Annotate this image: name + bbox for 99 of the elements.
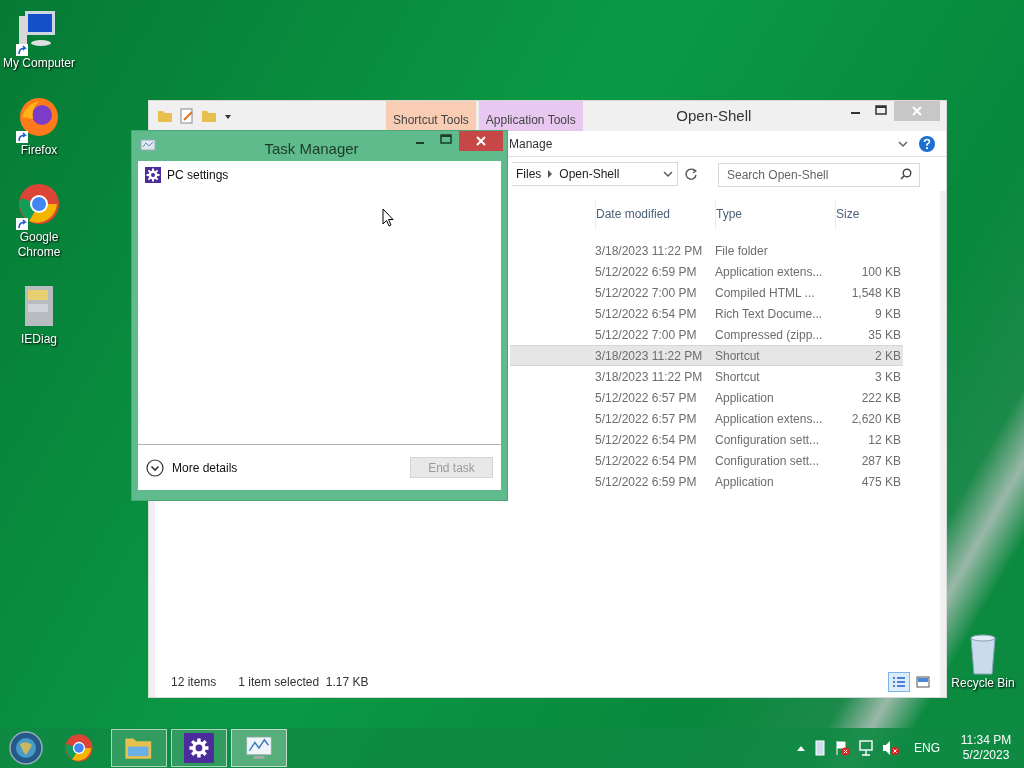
item-count: 12 items (171, 674, 217, 691)
desktop-icon-label[interactable]: My Computer (0, 56, 78, 71)
size-cell-text: 287 KB (860, 452, 901, 470)
search-field[interactable]: Search Open-Shell (718, 162, 920, 187)
chrome-icon (64, 733, 94, 763)
file-row[interactable]: 3/18/2023 11:22 PM Shortcut 2 KB (510, 345, 903, 366)
clock-time[interactable]: 11:34 PM (960, 733, 1012, 748)
search-icon[interactable] (900, 167, 912, 180)
size-cell-text: 100 KB (860, 263, 901, 281)
breadcrumb-arrow-icon[interactable] (547, 170, 554, 178)
ribbon-tab[interactable]: Manage (508, 134, 554, 153)
breadcrumb[interactable]: Files (516, 165, 542, 183)
up-arrow-icon[interactable] (796, 744, 806, 752)
type-cell-text: Configuration sett... (715, 431, 821, 449)
file-row[interactable]: 5/12/2022 6:54 PM Rich Text Docume... 9 KB (510, 303, 903, 324)
column-header[interactable]: Size (835, 199, 905, 229)
type-cell-text: Compressed (zipp... (715, 326, 824, 344)
size-cell-text: 475 KB (860, 473, 901, 491)
date-cell-text: 5/12/2022 6:54 PM (595, 452, 698, 470)
close-icon (476, 136, 486, 146)
type-cell-text: Rich Text Docume... (715, 305, 824, 323)
size-cell-text: 1,548 KB (850, 284, 901, 302)
context-tab-header[interactable]: Application Tools (478, 101, 583, 131)
date-cell-text: 5/12/2022 6:57 PM (595, 389, 698, 407)
language-indicator[interactable]: ENG (914, 739, 940, 757)
date-cell-text: 5/12/2022 6:54 PM (595, 305, 698, 323)
network-icon[interactable] (858, 740, 874, 756)
flag-error-icon[interactable] (834, 740, 850, 756)
help-icon[interactable] (918, 134, 936, 153)
type-cell-text: Configuration sett... (715, 452, 821, 470)
file-row[interactable]: 5/12/2022 6:59 PM Application 475 KB (510, 471, 903, 492)
breadcrumb[interactable]: Open-Shell (559, 165, 620, 183)
close-icon (912, 106, 922, 116)
clock-date[interactable]: 5/2/2023 (962, 748, 1010, 763)
context-tab-header[interactable]: Shortcut Tools (386, 101, 476, 131)
chevron-circle-icon (146, 458, 164, 477)
properties-icon[interactable] (179, 108, 195, 124)
app-list-item[interactable]: PC settings (167, 166, 229, 184)
date-cell-text: 5/12/2022 6:54 PM (595, 431, 698, 449)
close-button[interactable] (459, 131, 503, 151)
desktop-icon-label[interactable]: IEDiag (0, 332, 78, 347)
file-row[interactable]: 5/12/2022 6:54 PM Configuration sett... 12 KB (510, 429, 903, 450)
column-header[interactable]: Type (715, 199, 835, 229)
mouse-pointer-icon (382, 208, 394, 227)
file-row[interactable]: 5/12/2022 6:59 PM Application extens... 100 KB (510, 261, 903, 282)
date-cell-text: 5/12/2022 7:00 PM (595, 284, 698, 302)
type-cell-text: Shortcut (715, 347, 761, 365)
desktop-icon-label[interactable]: Recycle Bin (951, 676, 1015, 691)
globe-orb-icon (9, 731, 43, 765)
selection-info: 1 item selected 1.17 KB (238, 674, 369, 691)
desktop-icon-label[interactable]: Google Chrome (0, 230, 78, 260)
file-row[interactable]: 5/12/2022 7:00 PM Compressed (zipp... 35 KB (510, 324, 903, 345)
taskbar-button[interactable] (171, 729, 227, 767)
tiles-icon (916, 676, 930, 688)
size-cell-text: 35 KB (867, 326, 901, 344)
window-title: Task Manager (264, 139, 359, 159)
chrome-icon[interactable] (17, 182, 61, 226)
device-icon[interactable] (814, 740, 826, 756)
type-cell-text: Application extens... (715, 410, 824, 428)
gear-icon (184, 733, 214, 763)
size-cell-text: 12 KB (867, 431, 901, 449)
size-cell-text: 222 KB (860, 389, 901, 407)
type-cell-text: Shortcut (715, 368, 761, 386)
date-cell-text: 5/12/2022 6:59 PM (595, 263, 698, 281)
type-cell-text: Application (715, 473, 775, 491)
date-cell-text: 3/18/2023 11:22 PM (595, 242, 704, 260)
size-cell-text: 2,620 KB (850, 410, 901, 428)
list-icon (892, 676, 906, 688)
address-bar[interactable]: Files Open-Shell (512, 162, 678, 186)
desktop-icon-label[interactable]: Firefox (0, 143, 78, 158)
date-cell-text: 5/12/2022 7:00 PM (595, 326, 698, 344)
type-cell-text: Application (715, 389, 775, 407)
file-row[interactable]: 3/18/2023 11:22 PM File folder (510, 240, 903, 261)
more-details-button[interactable]: More details (146, 458, 238, 477)
speaker-muted-icon[interactable] (882, 740, 900, 756)
date-cell-text: 5/12/2022 6:59 PM (595, 473, 698, 491)
file-row[interactable]: 5/12/2022 6:57 PM Application 222 KB (510, 387, 903, 408)
chevron-down-icon[interactable] (663, 169, 673, 179)
size-cell-text: 9 KB (874, 305, 901, 323)
file-row[interactable]: 3/18/2023 11:22 PM Shortcut 3 KB (510, 366, 903, 387)
size-cell-text: 3 KB (874, 368, 901, 386)
file-row[interactable]: 5/12/2022 6:54 PM Configuration sett... 287 KB (510, 450, 903, 471)
details-view-button[interactable] (888, 672, 910, 692)
fox-globe-icon[interactable] (17, 95, 61, 139)
file-row[interactable]: 5/12/2022 6:57 PM Application extens... 2,620 KB (510, 408, 903, 429)
window-title: Open-Shell (676, 105, 752, 126)
column-header[interactable]: Date modified (595, 199, 715, 229)
date-cell-text: 5/12/2022 6:57 PM (595, 410, 698, 428)
file-row[interactable]: 5/12/2022 7:00 PM Compiled HTML ... 1,548 KB (510, 282, 903, 303)
date-cell-text: 3/18/2023 11:22 PM (595, 368, 704, 386)
size-cell-text: 2 KB (874, 347, 901, 365)
type-cell-text: Compiled HTML ... (715, 284, 816, 302)
chart-monitor-icon[interactable] (140, 139, 156, 153)
date-cell-text: 3/18/2023 11:22 PM (595, 347, 704, 365)
start-button[interactable] (7, 729, 45, 767)
type-cell-text: Application extens... (715, 263, 824, 281)
refresh-icon[interactable] (684, 167, 698, 181)
type-cell-text: File folder (715, 242, 769, 260)
gear-icon (145, 167, 161, 183)
